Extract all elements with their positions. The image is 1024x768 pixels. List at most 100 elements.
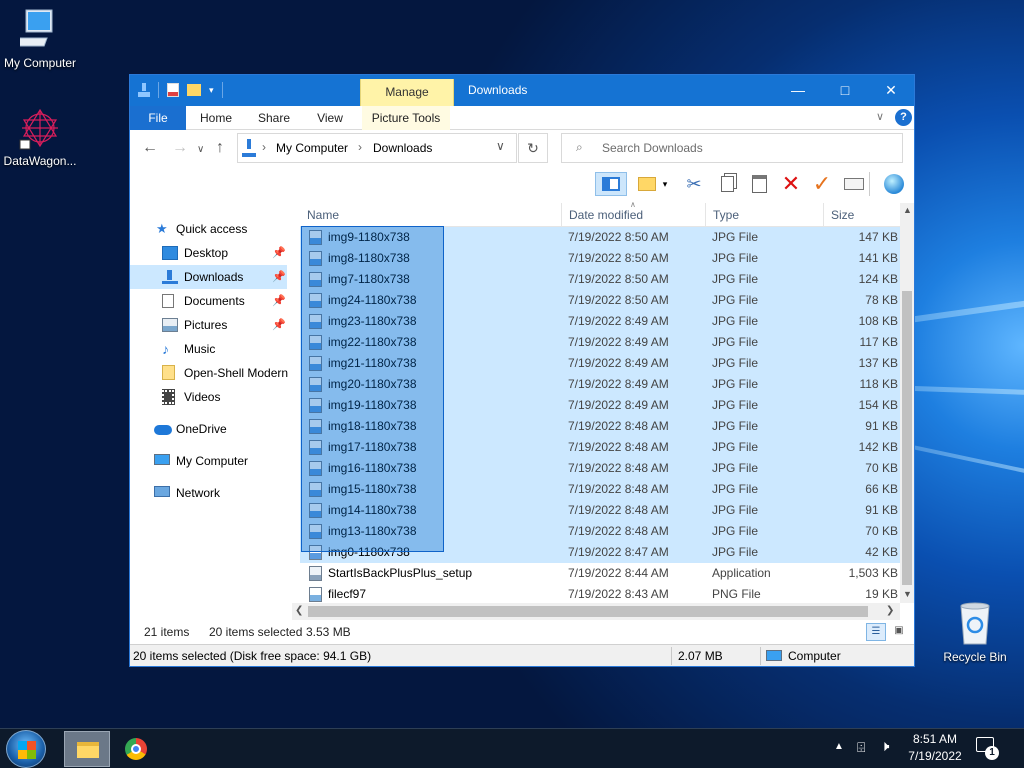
pictures-icon [162,318,178,332]
new-folder-icon[interactable] [187,84,201,96]
column-header-name[interactable]: Name [300,203,562,227]
file-size: 108 KB [858,314,898,328]
refresh-button[interactable]: ↻ [518,133,548,163]
tab-file[interactable]: File [130,106,186,130]
file-date: 7/19/2022 8:43 AM [568,587,669,601]
shell-icon[interactable] [882,172,906,196]
sidebar-item-music[interactable]: ♪ Music [162,337,319,361]
download-arrow-icon[interactable] [138,83,150,97]
minimize-button[interactable]: ― [775,75,821,106]
breadcrumb-my-computer[interactable]: My Computer [276,141,348,155]
checkmark-icon[interactable]: ✓ [810,171,834,196]
address-dropdown-icon[interactable]: ∨ [496,139,505,153]
show-hidden-icons-button[interactable]: ▲ [834,741,844,752]
sidebar-item-my-computer[interactable]: My Computer [154,449,311,473]
search-input[interactable]: Search Downloads [602,141,703,155]
sidebar-item-downloads[interactable]: Downloads 📌 [130,265,287,289]
close-button[interactable]: ✕ [868,75,914,106]
scroll-left-arrow[interactable]: ❮ [295,605,303,616]
selected-count: 20 items selected [209,625,303,639]
action-center-button[interactable]: 1 [976,737,999,760]
network-icon[interactable]: ⌹ [857,739,865,756]
taskbar-chrome[interactable] [118,731,154,767]
desktop-icon-datawagon[interactable]: DataWagon... [0,106,80,168]
sidebar-item-desktop[interactable]: Desktop 📌 [162,241,319,265]
network-icon [154,486,170,497]
clock[interactable]: 8:51 AM 7/19/2022 [903,731,967,765]
sidebar-item-videos[interactable]: Videos [162,385,319,409]
cut-icon[interactable]: ✂ [682,172,706,196]
tab-view[interactable]: View [310,106,350,130]
chevron-down-icon[interactable]: ▾ [209,85,214,96]
large-icons-view-button[interactable]: ▣ [890,623,908,641]
help-icon[interactable]: ? [895,109,912,126]
scroll-thumb[interactable] [902,291,912,585]
back-button[interactable]: ← [142,139,158,157]
search-box[interactable]: ⌕ Search Downloads [561,133,903,163]
file-type: JPG File [712,398,759,412]
delete-icon[interactable]: ✕ [779,171,803,196]
scroll-thumb[interactable] [308,606,868,617]
copy-icon[interactable] [715,172,739,196]
ribbon-expand-icon[interactable]: ∨ [876,110,884,123]
start-button[interactable] [6,730,46,768]
clock-time: 8:51 AM [912,732,958,746]
volume-icon[interactable]: 🕨 [880,738,889,755]
desktop-icon-label: DataWagon... [3,154,77,168]
recent-locations-button[interactable]: ∨ [197,144,204,155]
file-type: JPG File [712,482,759,496]
details-view-button[interactable]: ☰ [866,623,886,641]
desktop-icon-recycle-bin[interactable]: Recycle Bin [935,600,1015,664]
tab-picture-tools[interactable]: Picture Tools [362,106,450,130]
column-headers: Name ∧ Date modified Type Size [300,200,900,227]
file-size: 42 KB [865,545,898,559]
breadcrumb-downloads[interactable]: Downloads [373,141,432,155]
vertical-scrollbar[interactable]: ▲ ▼ [900,203,914,603]
file-type: JPG File [712,440,759,454]
desktop-icon-my-computer[interactable]: My Computer [0,8,80,70]
scroll-down-arrow[interactable]: ▼ [903,589,912,599]
navigation-pane: ★ Quick access Desktop 📌 Downloads 📌 Doc… [130,203,293,618]
title-bar[interactable]: ▾ Manage Downloads ― □ ✕ [130,75,914,106]
address-bar[interactable]: › My Computer › Downloads ∨ [237,133,517,163]
column-header-size[interactable]: Size [824,203,900,227]
sidebar-item-onedrive[interactable]: OneDrive [154,417,311,441]
scroll-right-arrow[interactable]: ❯ [886,605,894,616]
scroll-up-arrow[interactable]: ▲ [903,205,912,215]
taskbar-file-explorer[interactable] [64,731,110,767]
paste-icon[interactable] [747,172,771,196]
my-computer-icon [154,454,170,465]
tab-home[interactable]: Home [194,106,238,130]
preview-pane-icon[interactable] [595,172,627,196]
properties-icon[interactable] [167,83,179,97]
divider [760,647,761,665]
sidebar-item-pictures[interactable]: Pictures 📌 [162,313,319,337]
downloads-icon [162,270,178,284]
sidebar-item-network[interactable]: Network [154,481,311,505]
explorer-window[interactable]: ▾ Manage Downloads ― □ ✕ File Home Share… [129,74,915,667]
file-size: 142 KB [858,440,898,454]
up-button[interactable]: ↑ [216,139,224,157]
chevron-down-icon[interactable]: ▾ [659,172,671,196]
column-header-type[interactable]: Type [706,203,824,227]
table-row[interactable]: StartIsBackPlusPlus_setup 7/19/2022 8:44 … [300,563,900,584]
column-header-date[interactable]: Date modified [562,203,706,227]
new-folder-icon[interactable] [635,172,659,196]
recycle-bin-icon [960,602,990,645]
maximize-button[interactable]: □ [822,75,868,106]
forward-button[interactable]: → [172,139,188,157]
rename-icon[interactable] [842,172,866,196]
file-type: JPG File [712,272,759,286]
file-type: JPG File [712,293,759,307]
sidebar-item-open-shell-modern[interactable]: Open-Shell Modern [162,361,319,385]
table-row[interactable]: filecf97 7/19/2022 8:43 AM PNG File 19 KB [300,584,900,603]
nav-quick-access[interactable]: ★ Quick access [156,217,313,241]
file-size: 141 KB [858,251,898,265]
manage-context-tab[interactable]: Manage [360,79,454,106]
tab-share[interactable]: Share [252,106,296,130]
horizontal-scrollbar[interactable]: ❮ ❯ [292,603,900,620]
file-type: JPG File [712,356,759,370]
file-size: 66 KB [865,482,898,496]
sidebar-item-documents[interactable]: Documents 📌 [162,289,319,313]
nav-label: Pictures [184,318,228,332]
